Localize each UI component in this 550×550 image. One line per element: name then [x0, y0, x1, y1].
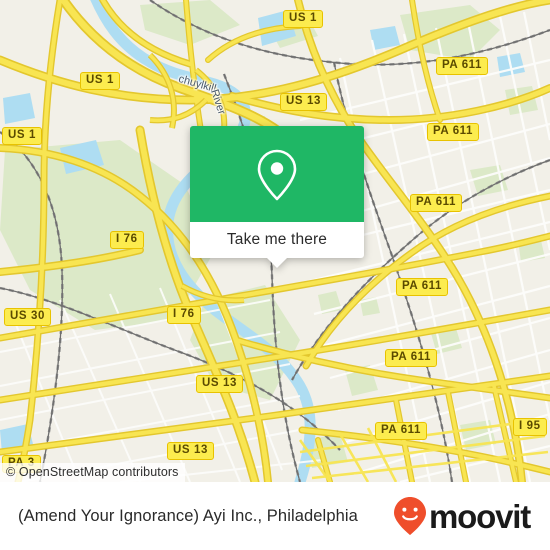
road-shield: US 13: [196, 375, 243, 393]
location-pin-icon: [257, 149, 297, 201]
road-shield: US 13: [280, 93, 327, 111]
place-title: (Amend Your Ignorance) Ayi Inc., Philade…: [18, 506, 358, 525]
location-popup-card[interactable]: Take me there: [190, 126, 364, 268]
popup-header: [190, 126, 364, 222]
moovit-smiley-pin-icon: [394, 497, 427, 535]
road-shield: PA 611: [396, 278, 449, 296]
moovit-logo[interactable]: moovit: [393, 496, 534, 536]
road-shield: US 13: [167, 442, 214, 460]
road-shield: I 76: [167, 306, 201, 324]
road-shield: US 1: [80, 72, 120, 90]
road-shield: PA 611: [436, 57, 489, 75]
road-shield: I 95: [513, 418, 547, 436]
road-shield: US 1: [283, 10, 323, 28]
road-shield: PA 611: [410, 194, 463, 212]
road-shield: US 1: [2, 127, 42, 145]
road-shield: US 30: [4, 308, 51, 326]
take-me-there-label: Take me there: [226, 231, 328, 248]
map-canvas[interactable]: chuylkill River US 1 PA 611 US 1 US 13 PA 61…: [0, 0, 550, 482]
popup-footer[interactable]: Take me there: [190, 222, 364, 268]
map-attribution[interactable]: © OpenStreetMap contributors: [0, 463, 185, 482]
road-shield: PA 611: [385, 349, 438, 367]
page-footer: (Amend Your Ignorance) Ayi Inc., Philade…: [0, 482, 550, 550]
road-shield: I 76: [110, 231, 144, 249]
road-shield: PA 611: [375, 422, 428, 440]
moovit-wordmark: moovit: [429, 497, 531, 535]
road-shield: PA 611: [427, 123, 480, 141]
popup-tail: [266, 257, 288, 268]
